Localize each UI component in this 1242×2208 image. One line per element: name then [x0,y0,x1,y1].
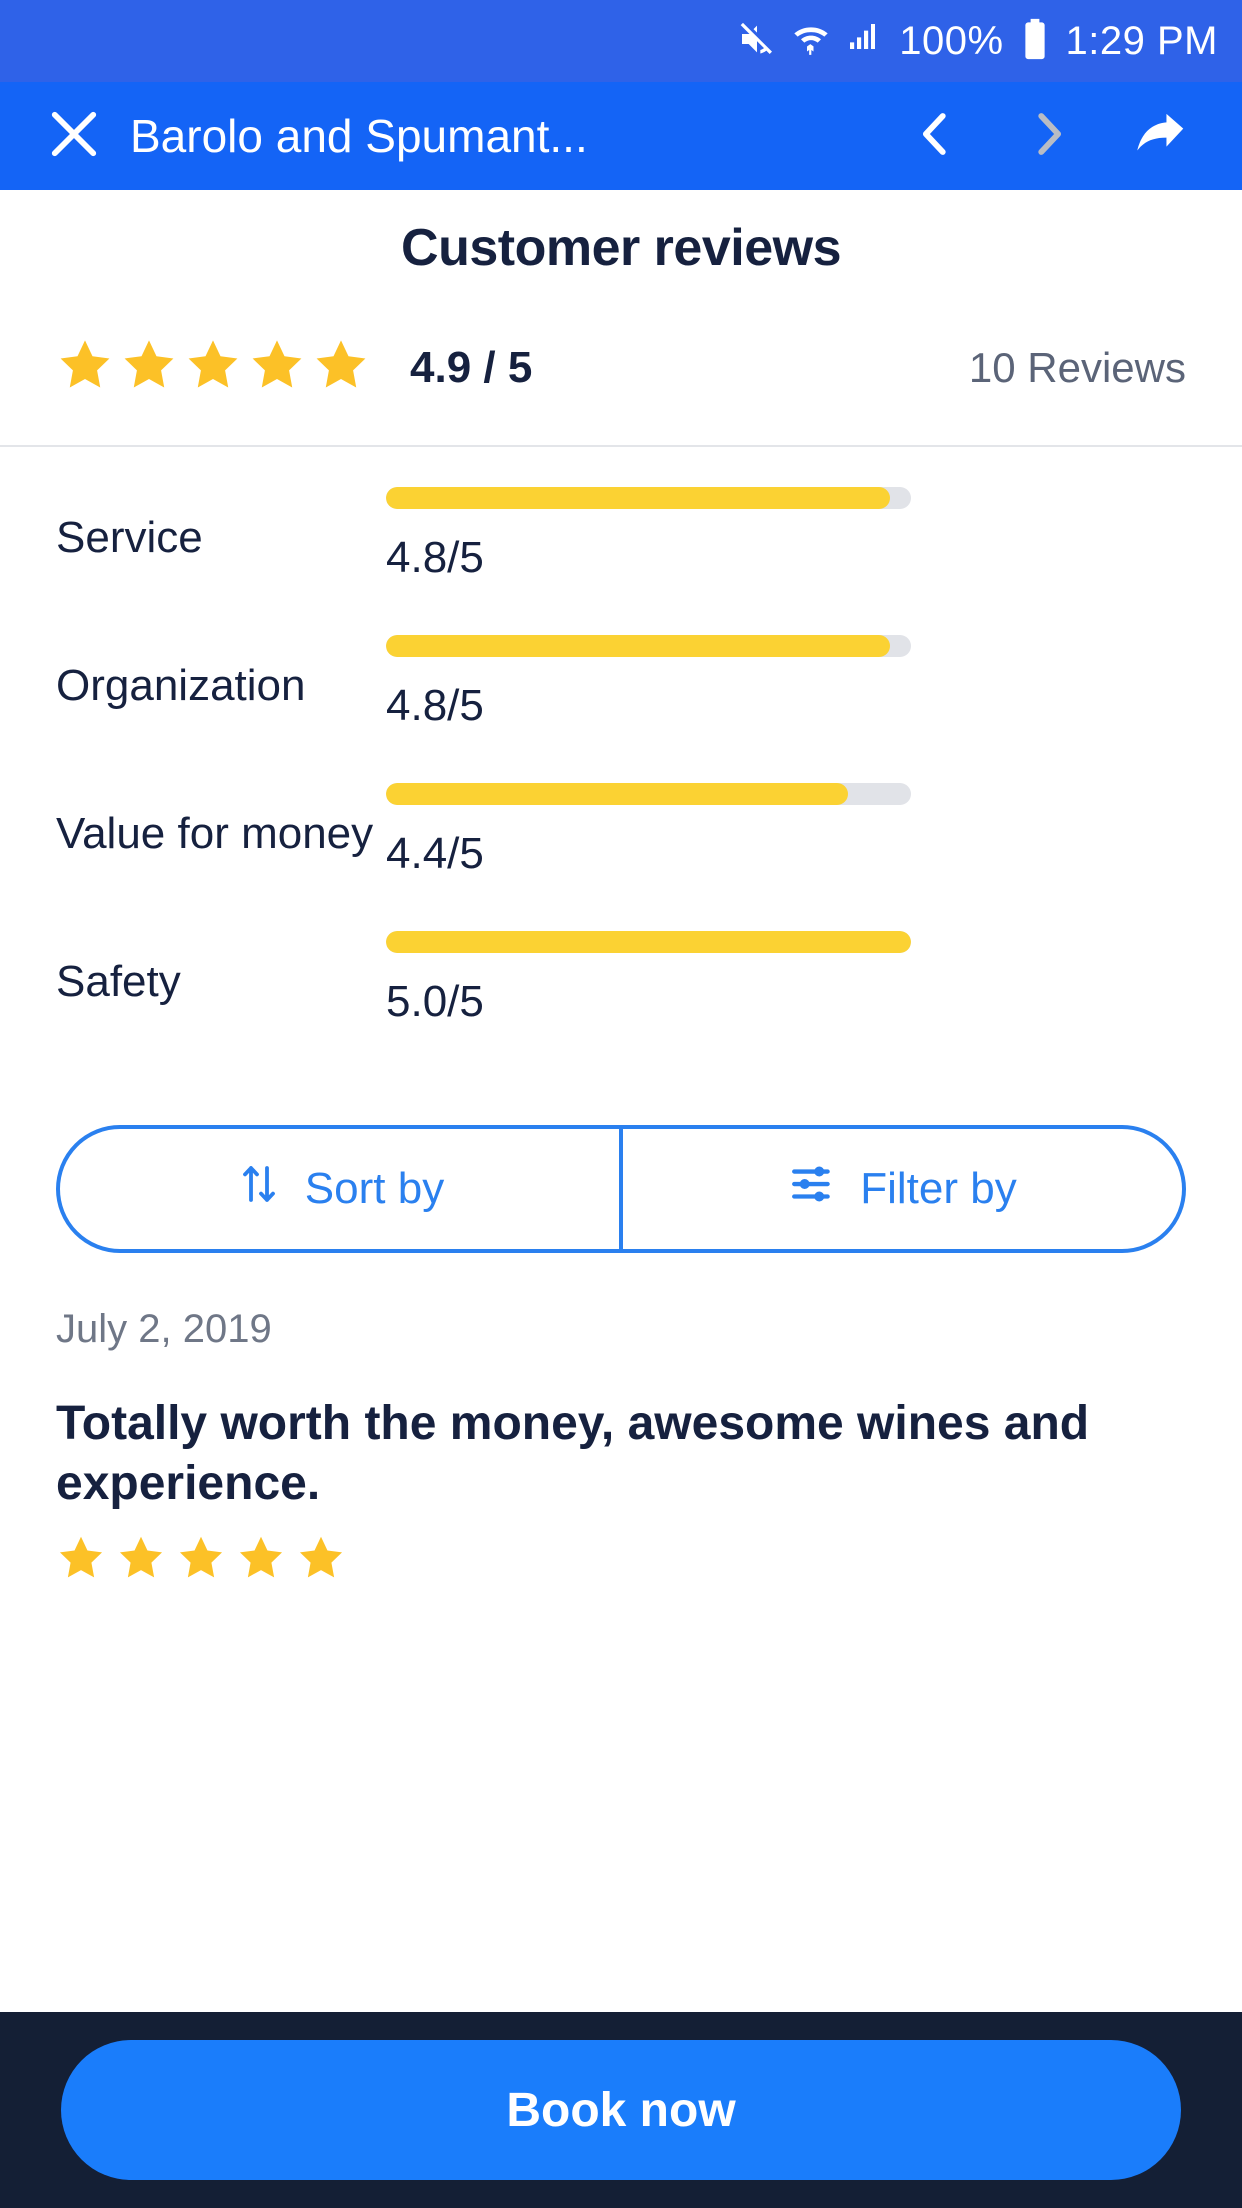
star-icon [312,336,370,399]
star-icon [184,336,242,399]
star-icon [248,336,306,399]
category-label: Value for money [56,809,374,858]
star-icon [56,336,114,399]
category-value-group: 4.8/5 [386,629,1202,731]
rating-bar-track [386,487,911,509]
book-now-button[interactable]: Book now [61,2040,1181,2180]
filter-sliders-icon [788,1159,838,1220]
clock-label: 1:29 PM [1065,18,1218,63]
filter-by-button[interactable]: Filter by [623,1129,1182,1249]
category-row: Service 4.8/5 [0,481,1242,629]
category-score: 4.4/5 [386,829,484,878]
category-value-group: 4.8/5 [386,481,1202,583]
rating-bar-fill [386,487,890,509]
battery-percent-label: 100% [899,18,1004,63]
category-score: 4.8/5 [386,681,484,730]
rating-bar-fill [386,635,890,657]
phone-screen: 100% 1:29 PM Barolo and Spumant... Custo… [0,0,1242,2208]
close-button[interactable] [26,101,122,172]
mute-icon [737,19,777,64]
app-bar: Barolo and Spumant... [0,82,1242,190]
rating-bar-track [386,931,911,953]
star-icon [120,336,178,399]
bottom-action-bar: Book now [0,2012,1242,2208]
share-button[interactable] [1104,103,1216,170]
star-icon [236,1533,286,1588]
chevron-right-icon [1021,104,1075,169]
overall-stars [56,336,370,399]
star-icon [56,1533,106,1588]
wifi-icon [791,19,831,64]
review-stars [56,1533,1186,1588]
review-title: Totally worth the money, awesome wines a… [56,1397,1090,1511]
status-bar: 100% 1:29 PM [0,0,1242,82]
star-icon [296,1533,346,1588]
category-row: Value for money 4.4/5 [0,777,1242,925]
share-arrow-icon [1129,103,1191,170]
category-label: Safety [56,957,181,1006]
category-row: Organization 4.8/5 [0,629,1242,777]
sort-by-label: Sort by [304,1164,445,1213]
sort-arrows-icon [235,1158,283,1221]
forward-button[interactable] [992,104,1104,169]
review-count: 10 Reviews [968,343,1186,391]
back-button[interactable] [880,104,992,169]
overall-score: 4.9 / 5 [410,342,533,392]
overall-rating-row: 4.9 / 5 10 Reviews [0,278,1242,447]
category-value-group: 4.4/5 [386,777,1202,879]
category-label: Service [56,513,203,562]
rating-bar-track [386,635,911,657]
rating-bar-fill [386,931,911,953]
rating-bar-fill [386,783,848,805]
chevron-left-icon [909,104,963,169]
category-label: Organization [56,661,306,710]
sort-by-button[interactable]: Sort by [60,1129,619,1249]
category-ratings: Service 4.8/5 Organization 4.8/5 Value f… [0,447,1242,1073]
category-score: 5.0/5 [386,977,484,1026]
star-icon [116,1533,166,1588]
rating-bar-track [386,783,911,805]
page-title: Customer reviews [401,219,841,277]
review-item: July 2, 2019 Totally worth the money, aw… [0,1253,1242,1588]
close-icon [41,101,107,172]
star-icon [176,1533,226,1588]
category-score: 4.8/5 [386,533,484,582]
filter-by-label: Filter by [860,1164,1017,1213]
sort-filter-control: Sort by Filter by [56,1125,1186,1253]
page-title-appbar: Barolo and Spumant... [130,110,588,162]
category-value-group: 5.0/5 [386,925,1202,1027]
nav-controls [880,103,1216,170]
category-row: Safety 5.0/5 [0,925,1242,1073]
review-date: July 2, 2019 [56,1307,272,1351]
cellular-signal-icon [845,19,885,64]
battery-full-icon [1018,18,1052,65]
